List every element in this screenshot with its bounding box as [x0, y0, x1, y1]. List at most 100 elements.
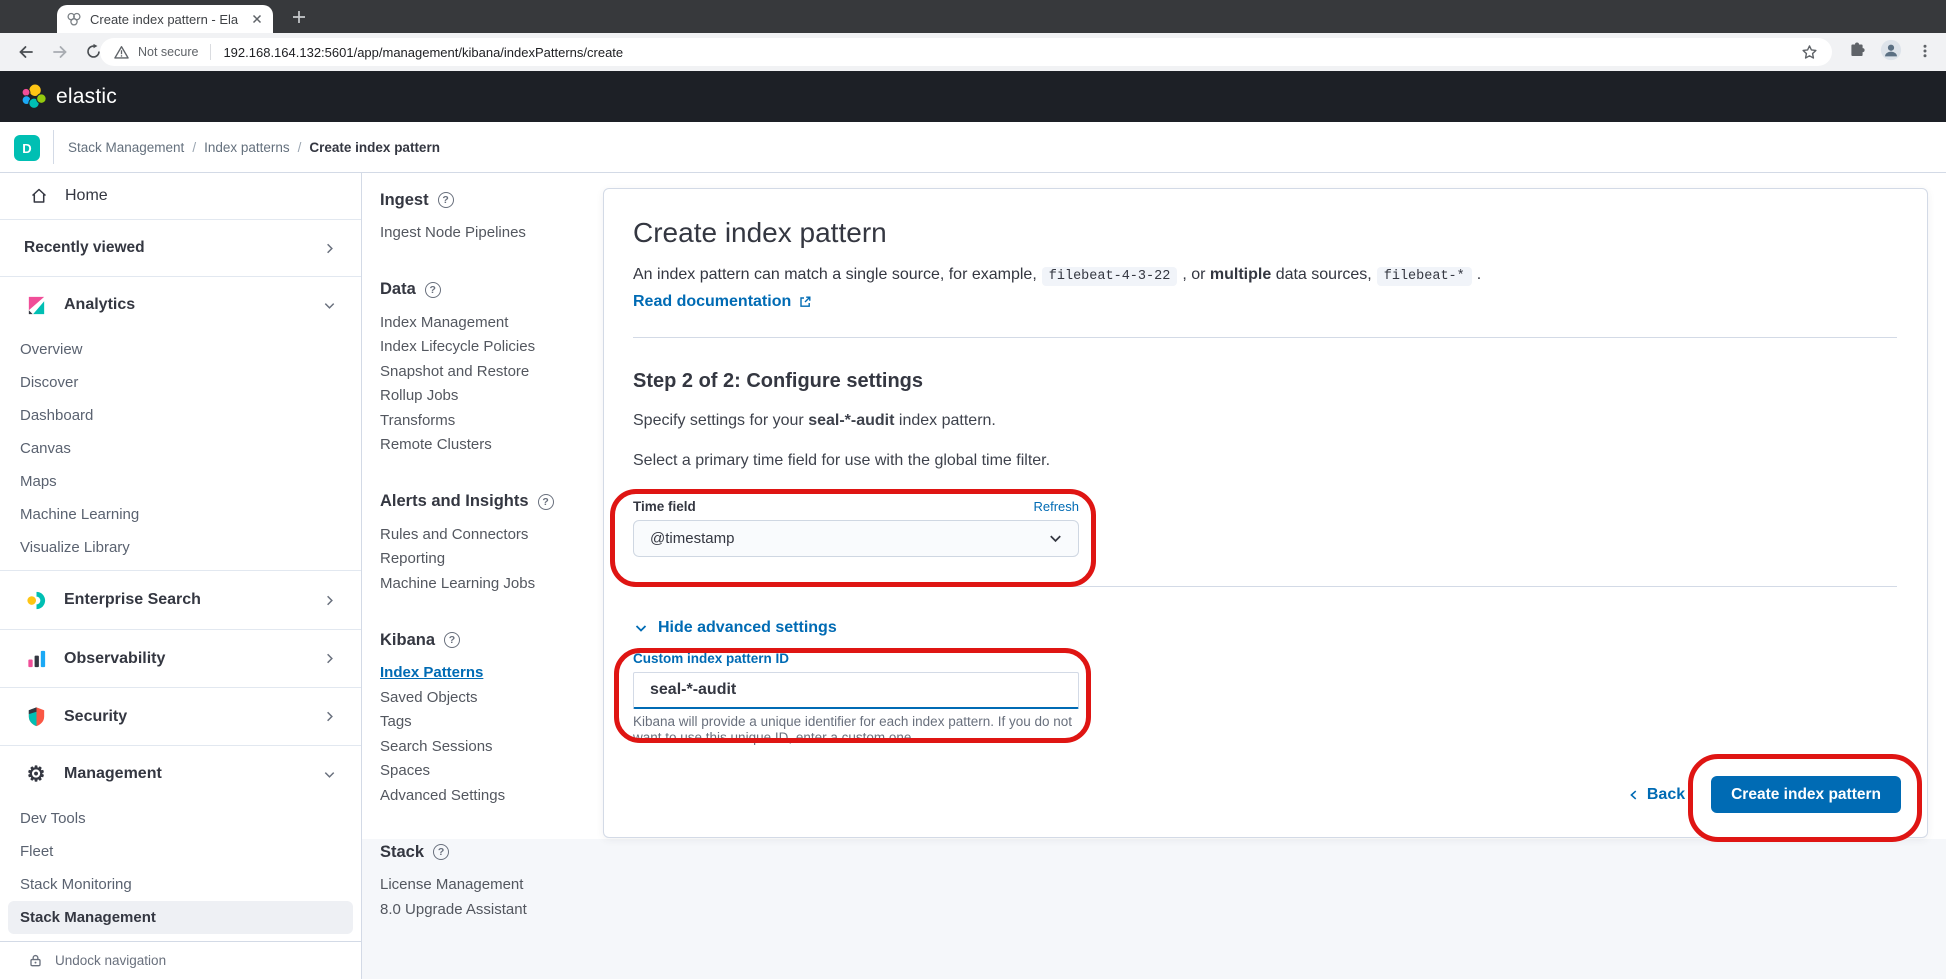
time-field-select[interactable]: @timestamp [633, 520, 1079, 557]
sidebar-section-enterprise-search[interactable]: Enterprise Search [0, 570, 361, 629]
forward-icon[interactable] [51, 43, 69, 61]
sidebar-section-observability[interactable]: Observability [0, 629, 361, 687]
breadcrumb: Stack Management / Index patterns / Crea… [68, 122, 440, 172]
breadcrumb-current: Create index pattern [309, 140, 440, 155]
time-field-label: Time field [633, 499, 696, 514]
custom-id-input[interactable] [633, 672, 1079, 709]
back-button[interactable]: Back [1627, 786, 1685, 804]
nav-item-index-patterns[interactable]: Index Patterns [380, 661, 595, 686]
nav-item-ingest-node-pipelines[interactable]: Ingest Node Pipelines [380, 221, 595, 246]
nav-item-rollup-jobs[interactable]: Rollup Jobs [380, 384, 595, 409]
nav-group-title: Kibana [380, 631, 435, 650]
create-index-pattern-button[interactable]: Create index pattern [1711, 776, 1901, 813]
extensions-puzzle-icon[interactable] [1848, 41, 1866, 59]
nav-item-search-sessions[interactable]: Search Sessions [380, 735, 595, 760]
specify-settings-text: Specify settings for your seal-*-audit i… [633, 409, 1897, 433]
hide-advanced-settings-toggle[interactable]: Hide advanced settings [633, 619, 893, 637]
tab-close-icon[interactable] [250, 12, 264, 26]
app-body: Home Recently viewed Analytics Overview [0, 173, 1946, 979]
nav-item-tags[interactable]: Tags [380, 710, 595, 735]
sidebar-item-canvas[interactable]: Canvas [0, 432, 361, 465]
sidebar-section-security[interactable]: Security [0, 687, 361, 745]
sidebar-item-dev-tools[interactable]: Dev Tools [0, 802, 361, 835]
browser-menu-kebab-icon[interactable] [1917, 43, 1933, 59]
elastic-header: elastic [0, 71, 1946, 122]
url-divider [210, 44, 211, 60]
tab-title: Create index pattern - Ela [90, 12, 242, 27]
chevron-down-icon [633, 620, 649, 636]
elastic-logo [20, 83, 47, 110]
not-secure-warning-icon [114, 45, 129, 60]
nav-item-upgrade-assistant[interactable]: 8.0 Upgrade Assistant [380, 898, 595, 923]
breadcrumb-stack-management[interactable]: Stack Management [68, 140, 184, 155]
nav-item-index-management[interactable]: Index Management [380, 311, 595, 336]
nav-item-saved-objects[interactable]: Saved Objects [380, 686, 595, 711]
refresh-link[interactable]: Refresh [1033, 499, 1079, 514]
bookmark-star-icon[interactable] [1801, 44, 1818, 61]
nav-group-title: Alerts and Insights [380, 492, 529, 511]
breadcrumb-divider [53, 130, 54, 164]
page-background [362, 839, 1946, 979]
nav-item-reporting[interactable]: Reporting [380, 547, 595, 572]
profile-avatar[interactable] [1880, 39, 1902, 61]
sidebar-item-visualize-library[interactable]: Visualize Library [0, 531, 361, 564]
intro-text: An index pattern can match a single sour… [633, 263, 1897, 289]
help-circle-icon[interactable]: ? [438, 192, 454, 208]
sidebar-item-machine-learning[interactable]: Machine Learning [0, 498, 361, 531]
page-title: Create index pattern [633, 217, 1897, 249]
create-index-pattern-panel: Create index pattern An index pattern ca… [603, 188, 1928, 838]
sidebar-item-home[interactable]: Home [0, 173, 361, 220]
nav-item-snapshot-and-restore[interactable]: Snapshot and Restore [380, 360, 595, 385]
read-documentation-link[interactable]: Read documentation [633, 291, 812, 313]
code-example-multiple: filebeat-* [1377, 267, 1472, 286]
breadcrumb-index-patterns[interactable]: Index patterns [204, 140, 290, 155]
undock-navigation[interactable]: Undock navigation [0, 941, 361, 979]
chevron-right-icon [322, 241, 337, 256]
section-divider [633, 337, 1897, 338]
elastic-favicon-icon [66, 11, 82, 27]
back-icon[interactable] [17, 43, 35, 61]
sidebar-item-dashboard[interactable]: Dashboard [0, 399, 361, 432]
pattern-name: seal-*-audit [808, 412, 894, 429]
nav-group-title: Stack [380, 843, 424, 862]
security-shield-icon [24, 705, 48, 728]
sidebar-item-fleet[interactable]: Fleet [0, 835, 361, 868]
sidebar-section-management[interactable]: ⚙ Management [0, 745, 361, 802]
help-circle-icon[interactable]: ? [425, 282, 441, 298]
sidebar-item-maps[interactable]: Maps [0, 465, 361, 498]
brand-wordmark: elastic [56, 85, 117, 109]
time-field-value: @timestamp [650, 530, 734, 547]
nav-item-advanced-settings[interactable]: Advanced Settings [380, 784, 595, 809]
space-avatar[interactable]: D [14, 135, 40, 161]
nav-item-rules-and-connectors[interactable]: Rules and Connectors [380, 523, 595, 548]
nav-group-kibana: Kibana ? Index Patterns Saved Objects Ta… [380, 628, 595, 808]
new-tab-button[interactable] [289, 7, 309, 27]
section-divider [633, 586, 1897, 587]
nav-item-license-management[interactable]: License Management [380, 873, 595, 898]
nav-item-machine-learning-jobs[interactable]: Machine Learning Jobs [380, 572, 595, 597]
external-link-icon [798, 295, 812, 309]
chevron-left-icon [1627, 788, 1641, 802]
observability-icon [24, 647, 48, 670]
step-heading: Step 2 of 2: Configure settings [633, 370, 1897, 393]
sidebar-item-stack-management[interactable]: Stack Management [8, 901, 353, 934]
time-field-hint: Select a primary time field for use with… [633, 449, 1897, 473]
sidebar-section-analytics[interactable]: Analytics [0, 277, 361, 333]
sidebar-recently-viewed[interactable]: Recently viewed [0, 220, 361, 277]
help-circle-icon[interactable]: ? [433, 844, 449, 860]
help-circle-icon[interactable]: ? [444, 632, 460, 648]
sidebar-item-discover[interactable]: Discover [0, 366, 361, 399]
gear-icon: ⚙ [24, 764, 48, 785]
nav-group-title: Data [380, 280, 416, 299]
sidebar-item-stack-monitoring[interactable]: Stack Monitoring [0, 868, 361, 901]
address-bar[interactable]: Not secure 192.168.164.132:5601/app/mana… [100, 38, 1832, 66]
analytics-items: Overview Discover Dashboard Canvas Maps … [0, 333, 361, 570]
nav-item-index-lifecycle-policies[interactable]: Index Lifecycle Policies [380, 335, 595, 360]
screen: Create index pattern - Ela Not secure 19… [0, 0, 1946, 979]
sidebar-item-overview[interactable]: Overview [0, 333, 361, 366]
nav-item-spaces[interactable]: Spaces [380, 759, 595, 784]
nav-item-remote-clusters[interactable]: Remote Clusters [380, 433, 595, 458]
help-circle-icon[interactable]: ? [538, 494, 554, 510]
nav-item-transforms[interactable]: Transforms [380, 409, 595, 434]
browser-tab[interactable]: Create index pattern - Ela [57, 5, 273, 33]
